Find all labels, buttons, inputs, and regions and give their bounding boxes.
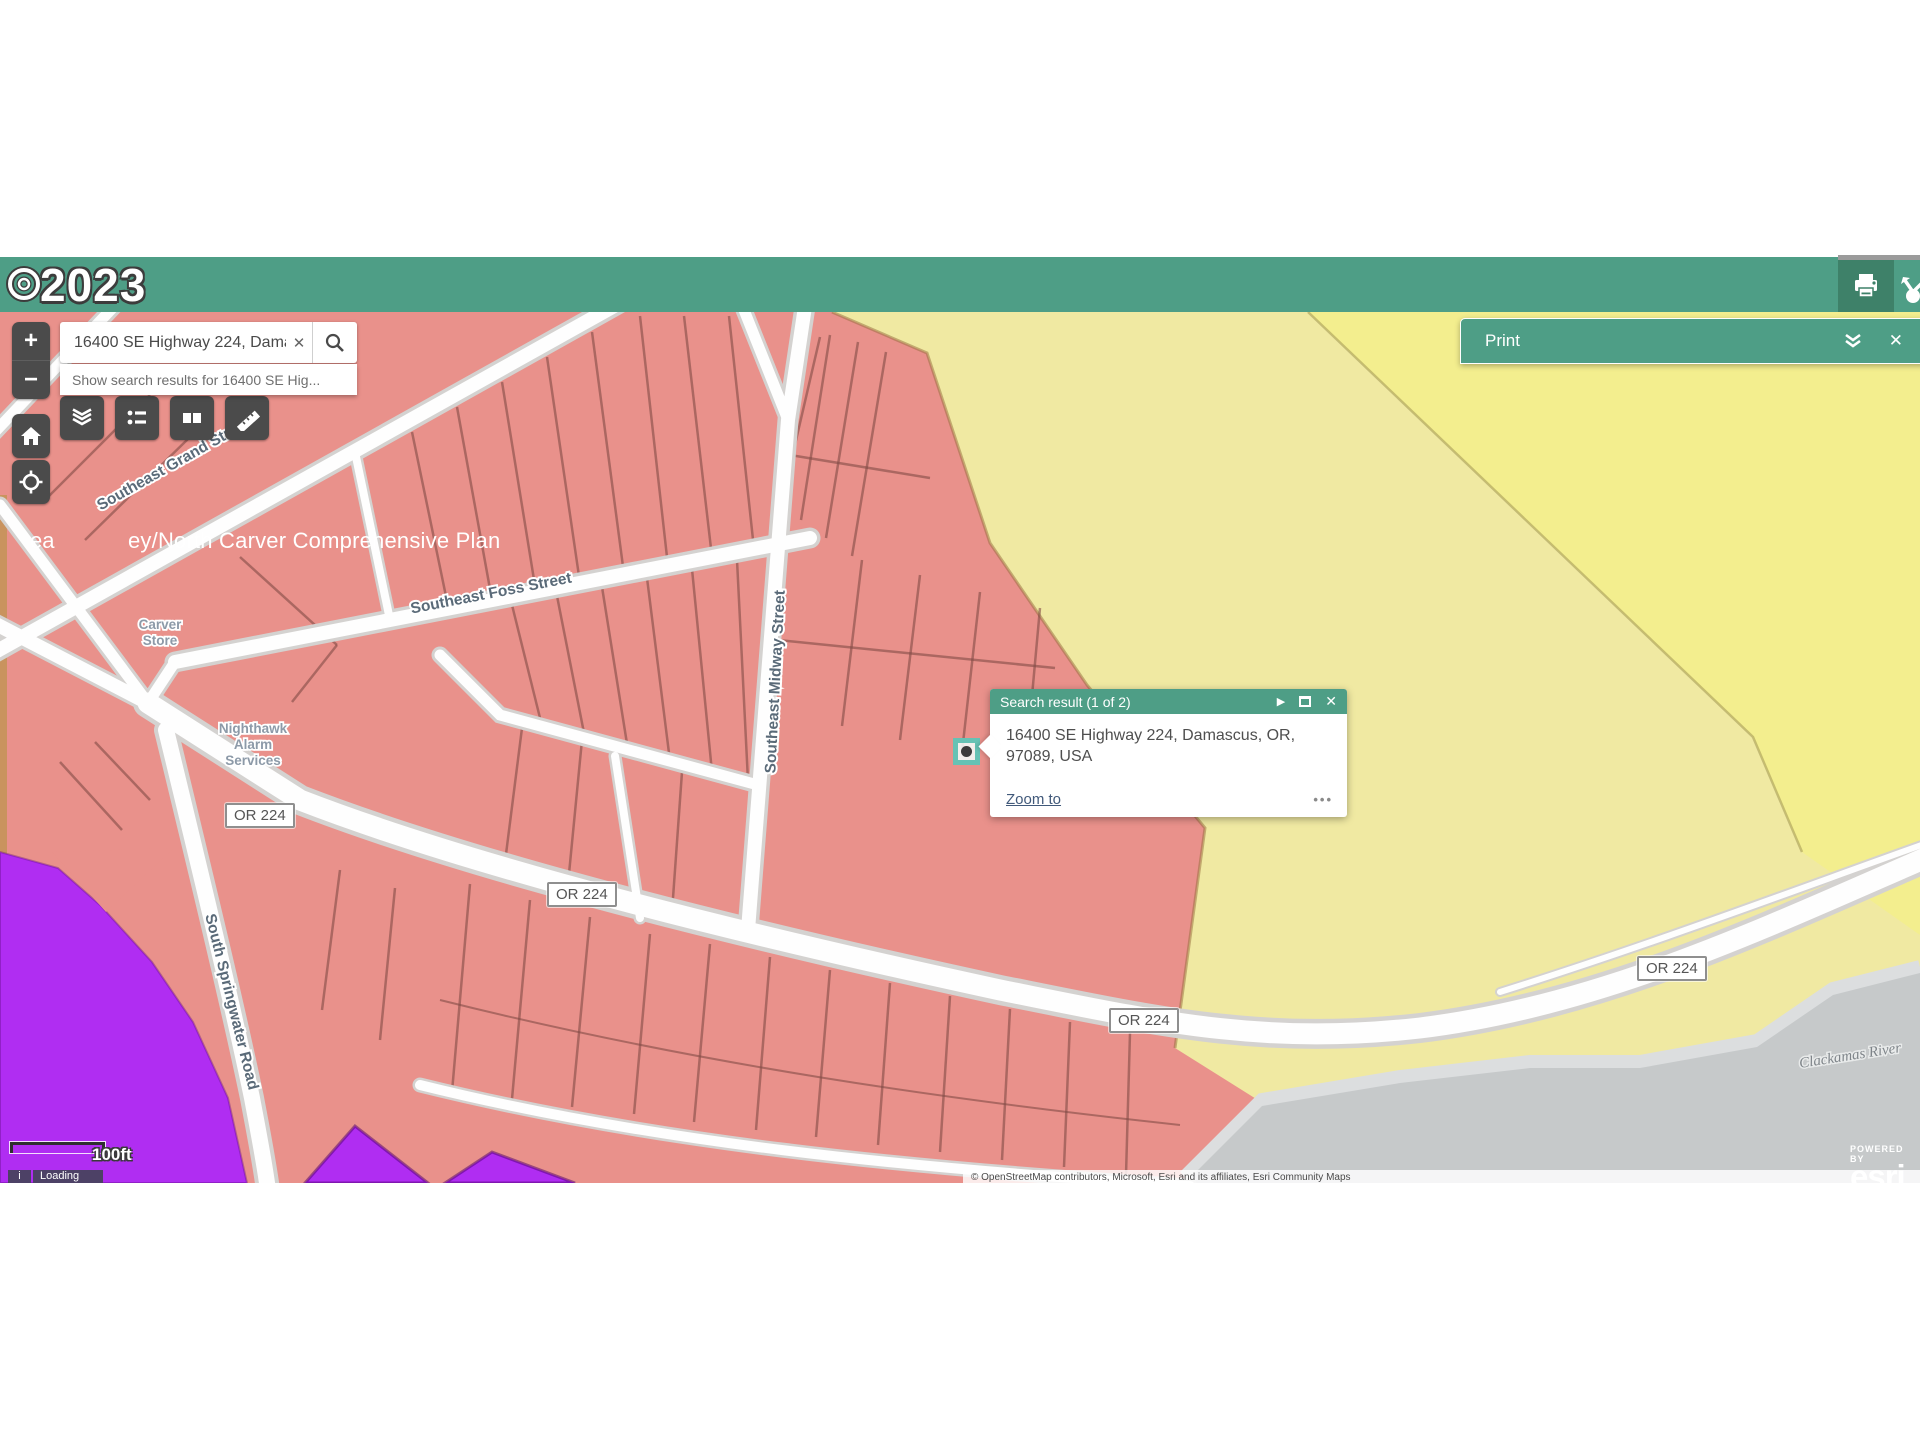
close-icon[interactable]: ✕ [1325, 693, 1337, 710]
watermark-ring-icon [6, 266, 42, 302]
print-panel-header: Print ✕ [1460, 318, 1920, 364]
printer-icon [1851, 271, 1881, 301]
popup-title: Search result (1 of 2) [1000, 694, 1263, 710]
route-shield-or224: OR 224 [1637, 956, 1707, 981]
search-suggestion[interactable]: Show search results for 16400 SE Hig... [60, 364, 357, 395]
search-icon [324, 332, 346, 354]
basemap-button[interactable] [170, 396, 214, 440]
poi-label-carver: Store [143, 633, 178, 648]
zoom-in-button[interactable]: + [12, 322, 50, 360]
poi-label-nighthawk: Nighthawk [219, 721, 288, 736]
legend-icon [124, 405, 150, 431]
zoom-out-button[interactable]: − [12, 361, 50, 399]
scale-label: 100ft [92, 1145, 132, 1165]
popup-header[interactable]: Search result (1 of 2) ▶ ✕ [990, 689, 1347, 714]
loading-label: Loading [33, 1170, 103, 1183]
app-title-fragment: ea [30, 528, 54, 554]
route-shield-or224: OR 224 [547, 882, 617, 907]
marker-dot [961, 746, 972, 757]
poi-label-carver: Carver [139, 617, 183, 632]
dock-icon[interactable] [1299, 696, 1311, 707]
legend-button[interactable] [115, 396, 159, 440]
home-icon [19, 424, 43, 448]
poi-label-nighthawk: Alarm [234, 737, 272, 752]
route-shield-or224: OR 224 [1109, 1008, 1179, 1033]
locate-icon [18, 469, 44, 495]
watermark-year: 2023 [40, 258, 146, 312]
esri-text: esri [1850, 1164, 1920, 1190]
search-box: 16400 SE Highway 224, Damasc ✕ [60, 322, 357, 363]
search-result-popup: Search result (1 of 2) ▶ ✕ 16400 SE High… [990, 689, 1347, 817]
layers-icon [69, 405, 95, 431]
more-actions-icon[interactable]: ••• [1313, 792, 1333, 807]
print-button[interactable] [1838, 260, 1894, 312]
print-panel-title: Print [1461, 331, 1843, 351]
collapse-panel-icon[interactable] [1843, 332, 1863, 350]
loading-badge: i [8, 1170, 31, 1183]
search-submit-button[interactable] [313, 322, 357, 363]
poi-label-nighthawk: Services [225, 753, 281, 768]
measure-icon [234, 405, 260, 431]
zoom-to-link[interactable]: Zoom to [1006, 791, 1061, 808]
basemap-icon [179, 405, 205, 431]
popup-address: 16400 SE Highway 224, Damascus, OR, 9708… [990, 714, 1330, 767]
clear-search-icon[interactable]: ✕ [286, 334, 312, 352]
esri-logo: POWERED BY esri [1850, 1144, 1920, 1190]
home-button[interactable] [12, 414, 50, 458]
app-title: ey/North Carver Comprehensive Plan [128, 528, 500, 554]
layers-button[interactable] [60, 396, 104, 440]
map-attribution: © OpenStreetMap contributors, Microsoft,… [963, 1170, 1920, 1183]
search-result-marker[interactable] [953, 738, 980, 765]
app-screen: Southeast Grand Street Southeast Foss St… [0, 0, 1920, 1440]
next-result-icon[interactable]: ▶ [1277, 695, 1285, 708]
close-panel-icon[interactable]: ✕ [1889, 331, 1903, 351]
share-icon[interactable] [1899, 266, 1920, 310]
search-input[interactable]: 16400 SE Highway 224, Damasc [60, 334, 286, 352]
route-shield-or224: OR 224 [225, 803, 295, 828]
zoom-control: + − [12, 322, 50, 399]
app-header: ea ey/North Carver Comprehensive Plan [0, 257, 1920, 312]
scale-bar [10, 1142, 105, 1153]
locate-button[interactable] [12, 460, 50, 504]
measure-button[interactable] [225, 396, 269, 440]
